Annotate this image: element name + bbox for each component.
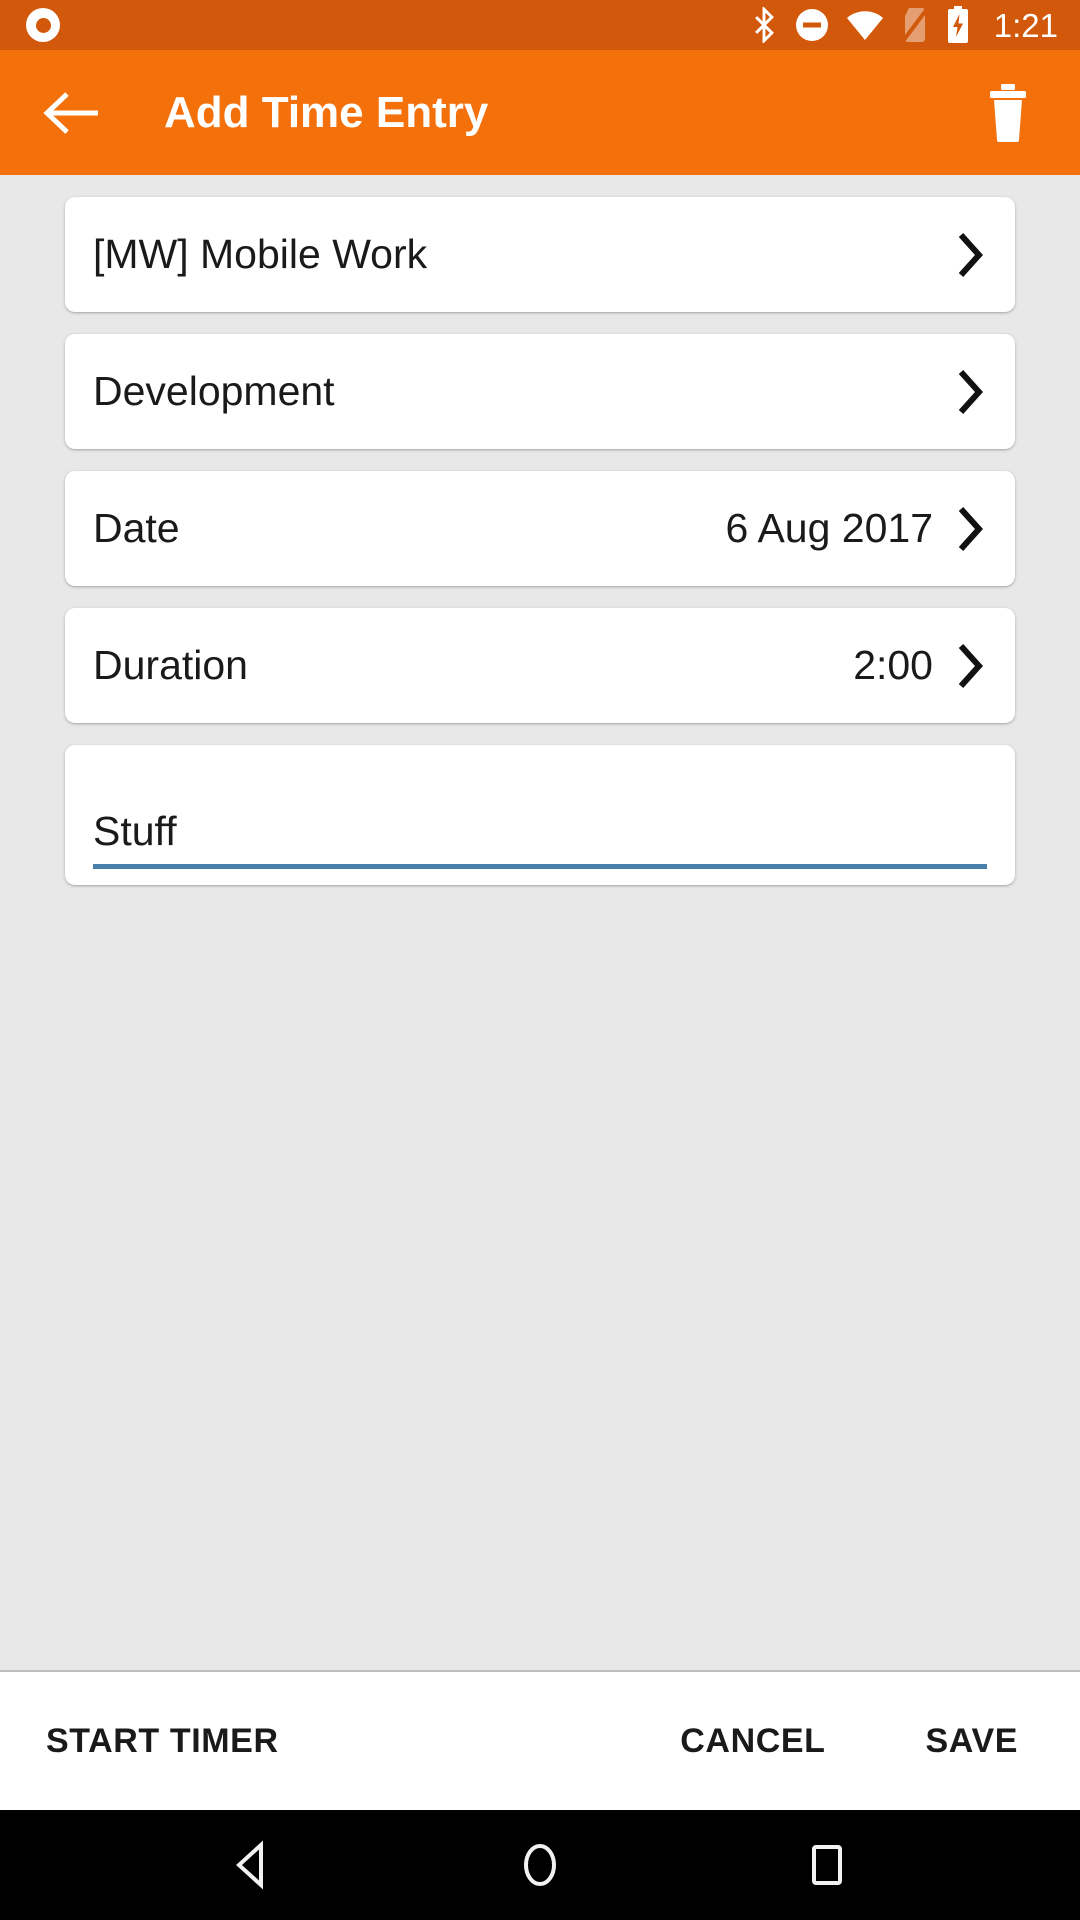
status-bar-clock: 1:21 [993, 6, 1058, 44]
do-not-disturb-icon [795, 8, 829, 42]
trash-icon[interactable] [976, 81, 1040, 145]
status-bar: 1:21 [0, 0, 1080, 50]
chevron-right-icon [953, 364, 987, 420]
project-row-label: [MW] Mobile Work [93, 231, 428, 277]
duration-row[interactable]: Duration 2:00 [65, 608, 1015, 723]
date-row-value: 6 Aug 2017 [725, 505, 933, 551]
battery-charging-icon [946, 6, 970, 44]
action-bar: START TIMER CANCEL SAVE [0, 1670, 1080, 1810]
description-underline [93, 864, 987, 869]
nav-recents-icon[interactable] [772, 1810, 882, 1920]
status-bar-left [26, 8, 60, 42]
nav-back-icon[interactable] [198, 1810, 308, 1920]
app-bar: Add Time Entry [0, 50, 1080, 175]
app-screen: 1:21 Add Time Entry [MW] Mobile Work Dev… [0, 0, 1080, 1920]
status-bar-right: 1:21 [750, 6, 1058, 44]
cancel-button[interactable]: CANCEL [666, 1706, 839, 1776]
project-row[interactable]: [MW] Mobile Work [65, 197, 1015, 312]
description-card[interactable] [65, 745, 1015, 885]
chevron-right-icon [953, 227, 987, 283]
form-content: [MW] Mobile Work Development Date 6 Aug … [0, 175, 1080, 1670]
start-timer-button[interactable]: START TIMER [32, 1706, 293, 1776]
description-field-wrapper [93, 761, 987, 869]
task-row-label: Development [93, 368, 335, 414]
no-sim-icon [901, 7, 929, 43]
duration-row-label: Duration [93, 642, 248, 688]
date-row[interactable]: Date 6 Aug 2017 [65, 471, 1015, 586]
chevron-right-icon [953, 501, 987, 557]
date-row-label: Date [93, 505, 180, 551]
description-input[interactable] [93, 808, 987, 864]
notification-dot-icon [26, 8, 60, 42]
bluetooth-icon [750, 7, 778, 43]
page-title: Add Time Entry [164, 87, 489, 137]
task-row[interactable]: Development [65, 334, 1015, 449]
save-button[interactable]: SAVE [912, 1706, 1032, 1776]
nav-home-icon[interactable] [485, 1810, 595, 1920]
duration-row-value: 2:00 [853, 642, 933, 688]
chevron-right-icon [953, 638, 987, 694]
android-navigation-bar [0, 1810, 1080, 1920]
wifi-icon [846, 9, 884, 41]
arrow-back-icon[interactable] [38, 80, 104, 146]
